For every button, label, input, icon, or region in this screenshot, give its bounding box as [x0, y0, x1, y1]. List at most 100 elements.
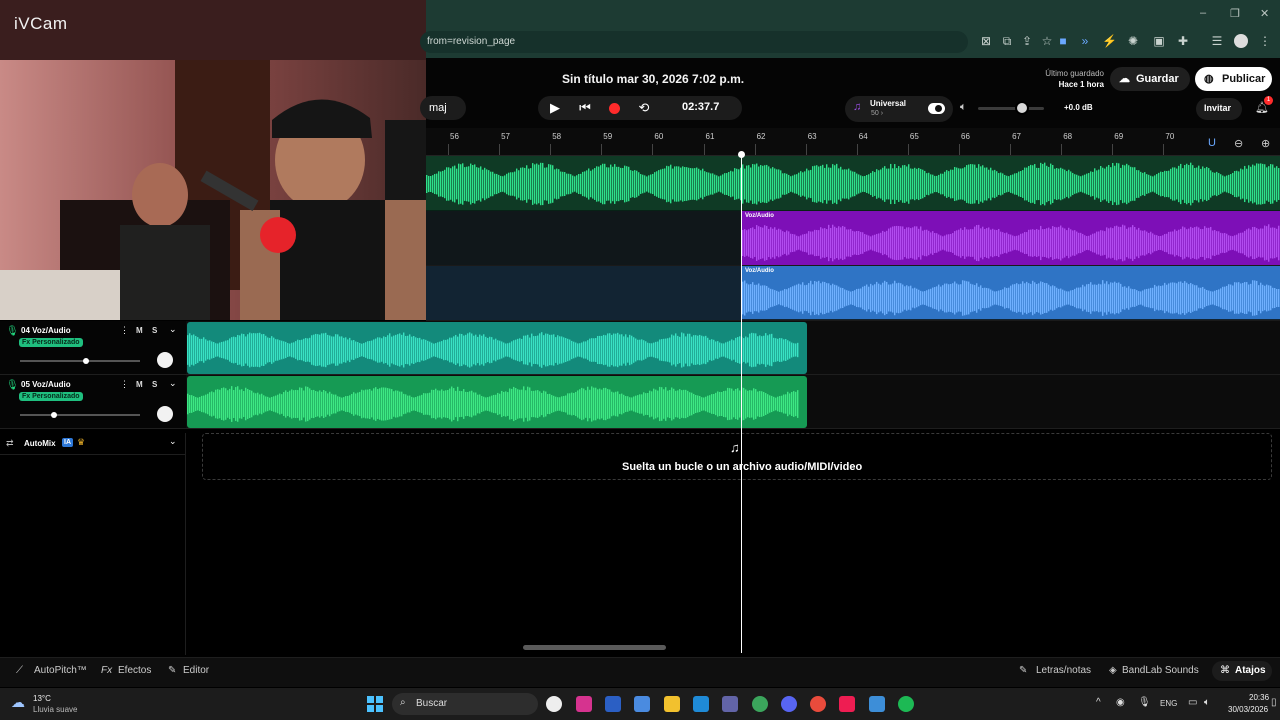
weather-desc[interactable]: Lluvia suave	[33, 705, 77, 714]
extension-icon[interactable]: ⚡	[1102, 34, 1117, 48]
lyrics-button[interactable]: Letras/notas	[1036, 665, 1091, 676]
master-volume-slider[interactable]	[978, 107, 1044, 110]
playhead-handle[interactable]	[738, 151, 745, 158]
close-window-button[interactable]: ✕	[1260, 7, 1269, 20]
track-menu-icon[interactable]: ⋮	[120, 325, 129, 336]
tray-icon[interactable]: ◉	[1116, 697, 1125, 708]
app-icon[interactable]	[576, 696, 592, 712]
chevron-down-icon[interactable]: ⌄	[169, 436, 177, 447]
waveform-sample	[774, 290, 776, 306]
notifications-icon[interactable]: ▯	[1271, 697, 1277, 708]
effects-button[interactable]: Efectos	[118, 665, 151, 676]
publish-button[interactable]: ◍ Publicar	[1195, 67, 1272, 91]
bookmark-star-icon[interactable]: ☆	[1040, 34, 1054, 48]
track-volume-handle[interactable]	[50, 412, 57, 418]
extension-icon[interactable]: ✺	[1126, 34, 1140, 48]
tiktok-icon[interactable]	[839, 696, 855, 712]
microphone-tray-icon[interactable]: 🎙︎	[1138, 697, 1151, 708]
preset-amount[interactable]: 50 ›	[871, 110, 883, 117]
word-icon[interactable]	[605, 696, 621, 712]
track-name[interactable]: 04 Voz/Audio	[21, 326, 71, 335]
autopitch-button[interactable]: AutoPitch™	[34, 665, 87, 676]
shortcuts-button[interactable]: ⌘ Atajos	[1212, 661, 1272, 681]
browser-menu-icon[interactable]: ⋮	[1258, 34, 1272, 48]
track-header-05[interactable]: 🎙︎ 05 Voz/Audio ⋮ M S ⌄ Fx Personalizado	[0, 375, 186, 429]
weather-cloud-icon[interactable]: ☁	[11, 694, 25, 711]
track-menu-icon[interactable]: ⋮	[120, 379, 129, 390]
chrome-icon[interactable]	[752, 696, 768, 712]
weather-temp[interactable]: 13°C	[33, 694, 51, 703]
app-icon[interactable]	[810, 696, 826, 712]
zoom-in-icon[interactable]: ⊕	[1261, 137, 1270, 150]
extension-icon[interactable]: ■	[1056, 34, 1070, 48]
maximize-button[interactable]: ❐	[1230, 7, 1240, 20]
chevron-up-icon[interactable]: ^	[1096, 697, 1101, 708]
reading-list-icon[interactable]: ☰	[1210, 34, 1224, 48]
master-volume-handle[interactable]	[1015, 101, 1029, 115]
automix-row[interactable]: ⇄ AutoMix IA ♛ ⌄	[0, 433, 186, 455]
file-explorer-icon[interactable]	[664, 696, 680, 712]
fx-badge[interactable]: Fx Personalizado	[19, 392, 83, 401]
rewind-icon[interactable]: ⏮	[573, 96, 597, 120]
waveform-sample	[693, 335, 695, 365]
mute-button[interactable]: M	[136, 326, 143, 335]
minimize-button[interactable]: –	[1200, 7, 1206, 19]
language-indicator[interactable]: ENG	[1160, 699, 1177, 708]
address-bar[interactable]: from=revision_page	[420, 31, 968, 53]
windows-start-icon[interactable]	[367, 696, 383, 712]
play-button[interactable]: ▶	[543, 96, 567, 120]
teams-icon[interactable]	[722, 696, 738, 712]
loop-icon[interactable]: ⟲	[632, 96, 656, 120]
app-icon[interactable]	[869, 696, 885, 712]
extension-icon[interactable]: ▣	[1152, 34, 1166, 48]
waveform-sample	[1058, 226, 1060, 260]
discord-icon[interactable]	[781, 696, 797, 712]
speaker-icon[interactable]: 🔈︎	[960, 101, 967, 114]
solo-button[interactable]: S	[152, 380, 157, 389]
waveform-sample	[800, 171, 802, 197]
fx-badge[interactable]: Fx Personalizado	[19, 338, 83, 347]
waveform-sample	[457, 336, 459, 364]
network-icon[interactable]: ▭	[1188, 697, 1197, 708]
save-button[interactable]: ☁ Guardar	[1110, 67, 1190, 91]
profile-avatar[interactable]	[1234, 34, 1248, 48]
clock-time[interactable]: 20:36	[1249, 693, 1269, 702]
chevron-down-icon[interactable]: ⌄	[169, 378, 177, 389]
extensions-puzzle-icon[interactable]: ✚	[1176, 34, 1190, 48]
volume-tray-icon[interactable]: 🔈︎	[1204, 697, 1210, 708]
translate-icon[interactable]: ⊠	[979, 34, 993, 48]
key-selector[interactable]: maj	[420, 96, 466, 120]
horizontal-scrollbar[interactable]	[523, 645, 666, 650]
ruler-bar-number: 70	[1165, 132, 1175, 141]
taskbar-search[interactable]: ⌕ Buscar	[392, 693, 538, 715]
pan-knob[interactable]	[157, 352, 173, 368]
zoom-out-icon[interactable]: ⊖	[1234, 137, 1243, 150]
app-icon[interactable]	[634, 696, 650, 712]
track-volume-handle[interactable]	[83, 358, 89, 364]
solo-button[interactable]: S	[152, 326, 157, 335]
vscode-icon[interactable]	[693, 696, 709, 712]
track-name[interactable]: 05 Voz/Audio	[21, 380, 71, 389]
extension-icon[interactable]: »	[1078, 34, 1092, 48]
chevron-down-icon[interactable]: ⌄	[169, 324, 177, 335]
waveform-sample	[680, 167, 682, 201]
track-header-04[interactable]: 🎙︎ 04 Voz/Audio ⋮ M S ⌄ Fx Personalizado	[0, 321, 186, 375]
mute-button[interactable]: M	[136, 380, 143, 389]
waveform-sample	[518, 170, 520, 198]
record-button[interactable]	[609, 103, 620, 114]
track-volume-slider[interactable]	[20, 414, 140, 416]
bandlab-sounds-button[interactable]: BandLab Sounds	[1122, 665, 1199, 676]
track-volume-slider[interactable]	[20, 360, 140, 362]
waveform-sample	[994, 229, 996, 257]
spotify-icon[interactable]	[898, 696, 914, 712]
playhead[interactable]	[741, 155, 742, 653]
app-icon[interactable]	[546, 696, 562, 712]
share-icon[interactable]: ⇪	[1020, 34, 1034, 48]
install-app-icon[interactable]: ⧉	[1000, 34, 1014, 48]
invite-button[interactable]: Invitar	[1196, 98, 1242, 120]
project-title[interactable]: Sin título mar 30, 2026 7:02 p.m.	[562, 72, 744, 86]
magnet-snap-icon[interactable]: U	[1208, 137, 1216, 149]
clock-date[interactable]: 30/03/2026	[1228, 705, 1268, 714]
editor-button[interactable]: Editor	[183, 665, 209, 676]
pan-knob[interactable]	[157, 406, 173, 422]
